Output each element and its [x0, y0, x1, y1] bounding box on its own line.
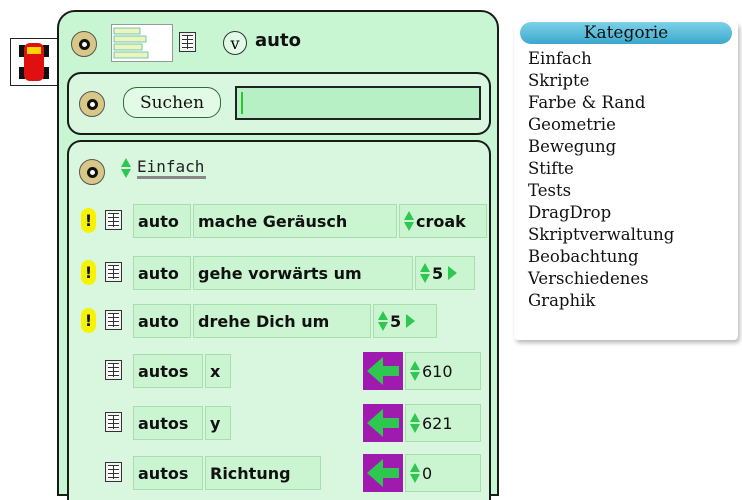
alert-icon[interactable]: ! — [81, 260, 96, 285]
category-item[interactable]: Skriptverwaltung — [528, 224, 674, 246]
up-down-arrows-icon — [404, 211, 414, 231]
argument-value: 5 — [390, 311, 402, 331]
category-item[interactable]: DragDrop — [528, 202, 611, 224]
category-item[interactable]: Farbe & Rand — [528, 92, 645, 114]
category-item[interactable]: Verschiedenes — [528, 268, 649, 290]
left-arrow-icon — [367, 409, 399, 437]
search-button[interactable]: Suchen — [123, 87, 221, 118]
assign-arrow-tile[interactable] — [363, 352, 403, 390]
command-tile[interactable]: gehe vorwärts um — [193, 256, 413, 290]
left-arrow-icon — [367, 357, 399, 385]
category-pane: Einfach ! auto mache Geräusch croak ! au… — [67, 140, 491, 500]
text-cursor — [241, 92, 243, 114]
v-button[interactable]: v — [223, 31, 247, 55]
subject-tile[interactable]: auto — [133, 256, 191, 290]
script-thumbnail[interactable] — [111, 24, 173, 62]
up-down-arrows-icon — [378, 311, 388, 331]
alert-icon[interactable]: ! — [81, 208, 96, 233]
subject-tile[interactable]: auto — [133, 304, 191, 338]
command-tile[interactable]: mache Geräusch — [193, 204, 397, 238]
value-tile[interactable]: 610 — [405, 352, 481, 390]
tile-sheet-icon[interactable] — [105, 462, 122, 482]
argument-value: 5 — [432, 263, 444, 283]
category-item[interactable]: Bewegung — [528, 136, 616, 158]
up-down-arrows-icon — [410, 361, 420, 381]
category-item[interactable]: Stifte — [528, 158, 574, 180]
play-icon[interactable] — [448, 266, 458, 280]
tile-sheet-icon[interactable] — [105, 412, 122, 432]
property-value: 621 — [422, 413, 453, 433]
script-thumbnail-icon — [113, 27, 149, 59]
car-icon — [19, 43, 49, 81]
assign-arrow-tile[interactable] — [363, 454, 403, 492]
car-thumbnail[interactable] — [10, 38, 58, 86]
property-value: 610 — [422, 361, 453, 381]
command-tile[interactable]: drehe Dich um — [193, 304, 371, 338]
search-pane: Suchen — [67, 72, 491, 135]
argument-tile[interactable]: croak — [399, 204, 487, 238]
up-down-arrows-icon — [420, 263, 430, 283]
category-item[interactable]: Einfach — [528, 48, 592, 70]
category-item[interactable]: Tests — [528, 180, 571, 202]
subject-tile[interactable]: autos — [133, 354, 203, 388]
search-input[interactable] — [235, 86, 481, 120]
subject-tile[interactable]: auto — [133, 204, 191, 238]
argument-tile[interactable]: 5 — [373, 304, 437, 338]
up-down-arrows-icon — [121, 158, 131, 178]
category-selected-label: Einfach — [137, 157, 207, 179]
category-pane-menu-button[interactable] — [79, 159, 105, 185]
tile-sheet-icon[interactable] — [105, 310, 122, 330]
left-arrow-icon — [367, 459, 399, 487]
value-tile[interactable]: 0 — [405, 454, 481, 492]
tile-sheet-icon[interactable] — [105, 360, 122, 380]
property-tile[interactable]: y — [205, 406, 231, 440]
up-down-arrows-icon — [410, 413, 420, 433]
alert-icon[interactable]: ! — [81, 308, 96, 333]
category-selector[interactable]: Einfach — [121, 157, 207, 179]
property-tile[interactable]: x — [205, 354, 231, 388]
viewer-menu-button[interactable] — [71, 31, 97, 57]
category-item[interactable]: Graphik — [528, 290, 595, 312]
category-item[interactable]: Skripte — [528, 70, 589, 92]
play-icon[interactable] — [406, 314, 416, 328]
subject-tile[interactable]: autos — [133, 406, 203, 440]
category-list: Kategorie Einfach Skripte Farbe & Rand G… — [514, 22, 738, 340]
object-name: auto — [255, 30, 301, 51]
argument-value: croak — [416, 211, 466, 231]
value-tile[interactable]: 621 — [405, 404, 481, 442]
assign-arrow-tile[interactable] — [363, 404, 403, 442]
tile-sheet-icon[interactable] — [105, 210, 122, 230]
up-down-arrows-icon — [410, 463, 420, 483]
object-viewer: v auto Suchen Einfach ! auto mache Geräu… — [57, 10, 499, 500]
search-pane-menu-button[interactable] — [79, 91, 105, 117]
subject-tile[interactable]: autos — [133, 456, 203, 490]
tile-sheet-icon[interactable] — [105, 262, 122, 282]
argument-tile[interactable]: 5 — [415, 256, 475, 290]
property-value: 0 — [422, 463, 433, 483]
category-item[interactable]: Beobachtung — [528, 246, 639, 268]
category-item[interactable]: Geometrie — [528, 114, 616, 136]
tile-browser-icon[interactable] — [179, 32, 196, 52]
category-header: Kategorie — [520, 22, 732, 44]
property-tile[interactable]: Richtung — [205, 456, 321, 490]
